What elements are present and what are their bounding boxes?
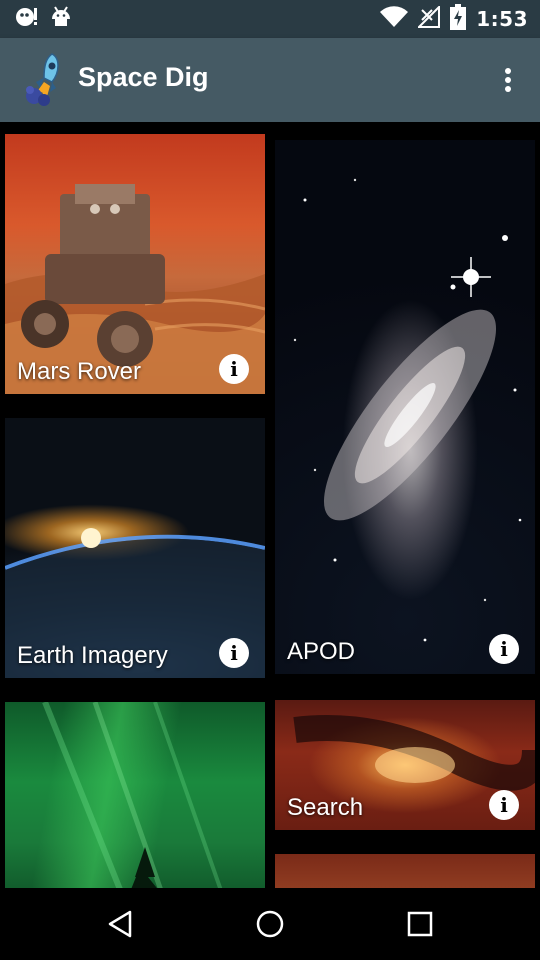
card-mars-rover[interactable]: Mars Rover i [5,134,265,394]
info-icon[interactable]: i [219,354,249,384]
status-time: 1:53 [476,7,528,31]
aurora-image [42,702,223,888]
status-bar: 1:53 [0,0,540,38]
card-label: Earth Imagery [17,642,168,669]
card-label: Search [287,794,364,821]
battery-charging-icon [450,4,467,34]
recents-icon[interactable] [400,906,440,942]
overflow-menu-button[interactable] [496,64,520,96]
card-search[interactable]: Search i [275,700,535,830]
card-earth-imagery[interactable]: Earth Imagery i [5,418,265,678]
info-icon[interactable]: i [489,634,519,664]
card-apod[interactable]: APOD i [275,140,535,674]
overflow-dot [505,86,511,92]
android-icon [50,5,72,33]
info-icon[interactable]: i [219,638,249,668]
info-icon[interactable]: i [489,790,519,820]
app-bar: Space Dig [0,38,540,122]
home-icon[interactable] [250,906,290,942]
card-label: APOD [287,638,356,665]
notification-icon [14,5,40,33]
rocket-logo-icon [22,52,66,108]
wifi-icon [380,6,409,32]
navigation-bar [0,888,540,960]
app-title: Space Dig [78,62,209,92]
category-grid: Mars Rover i APOD i Earth Imagery i Sear… [0,122,540,888]
card-aurora[interactable] [5,702,265,888]
no-signal-icon [416,4,441,32]
card-label: Mars Rover [17,358,142,385]
card-next[interactable] [275,854,535,888]
galaxy-image [293,178,522,642]
back-icon[interactable] [100,906,140,942]
overflow-dot [505,77,511,83]
overflow-dot [505,68,511,74]
